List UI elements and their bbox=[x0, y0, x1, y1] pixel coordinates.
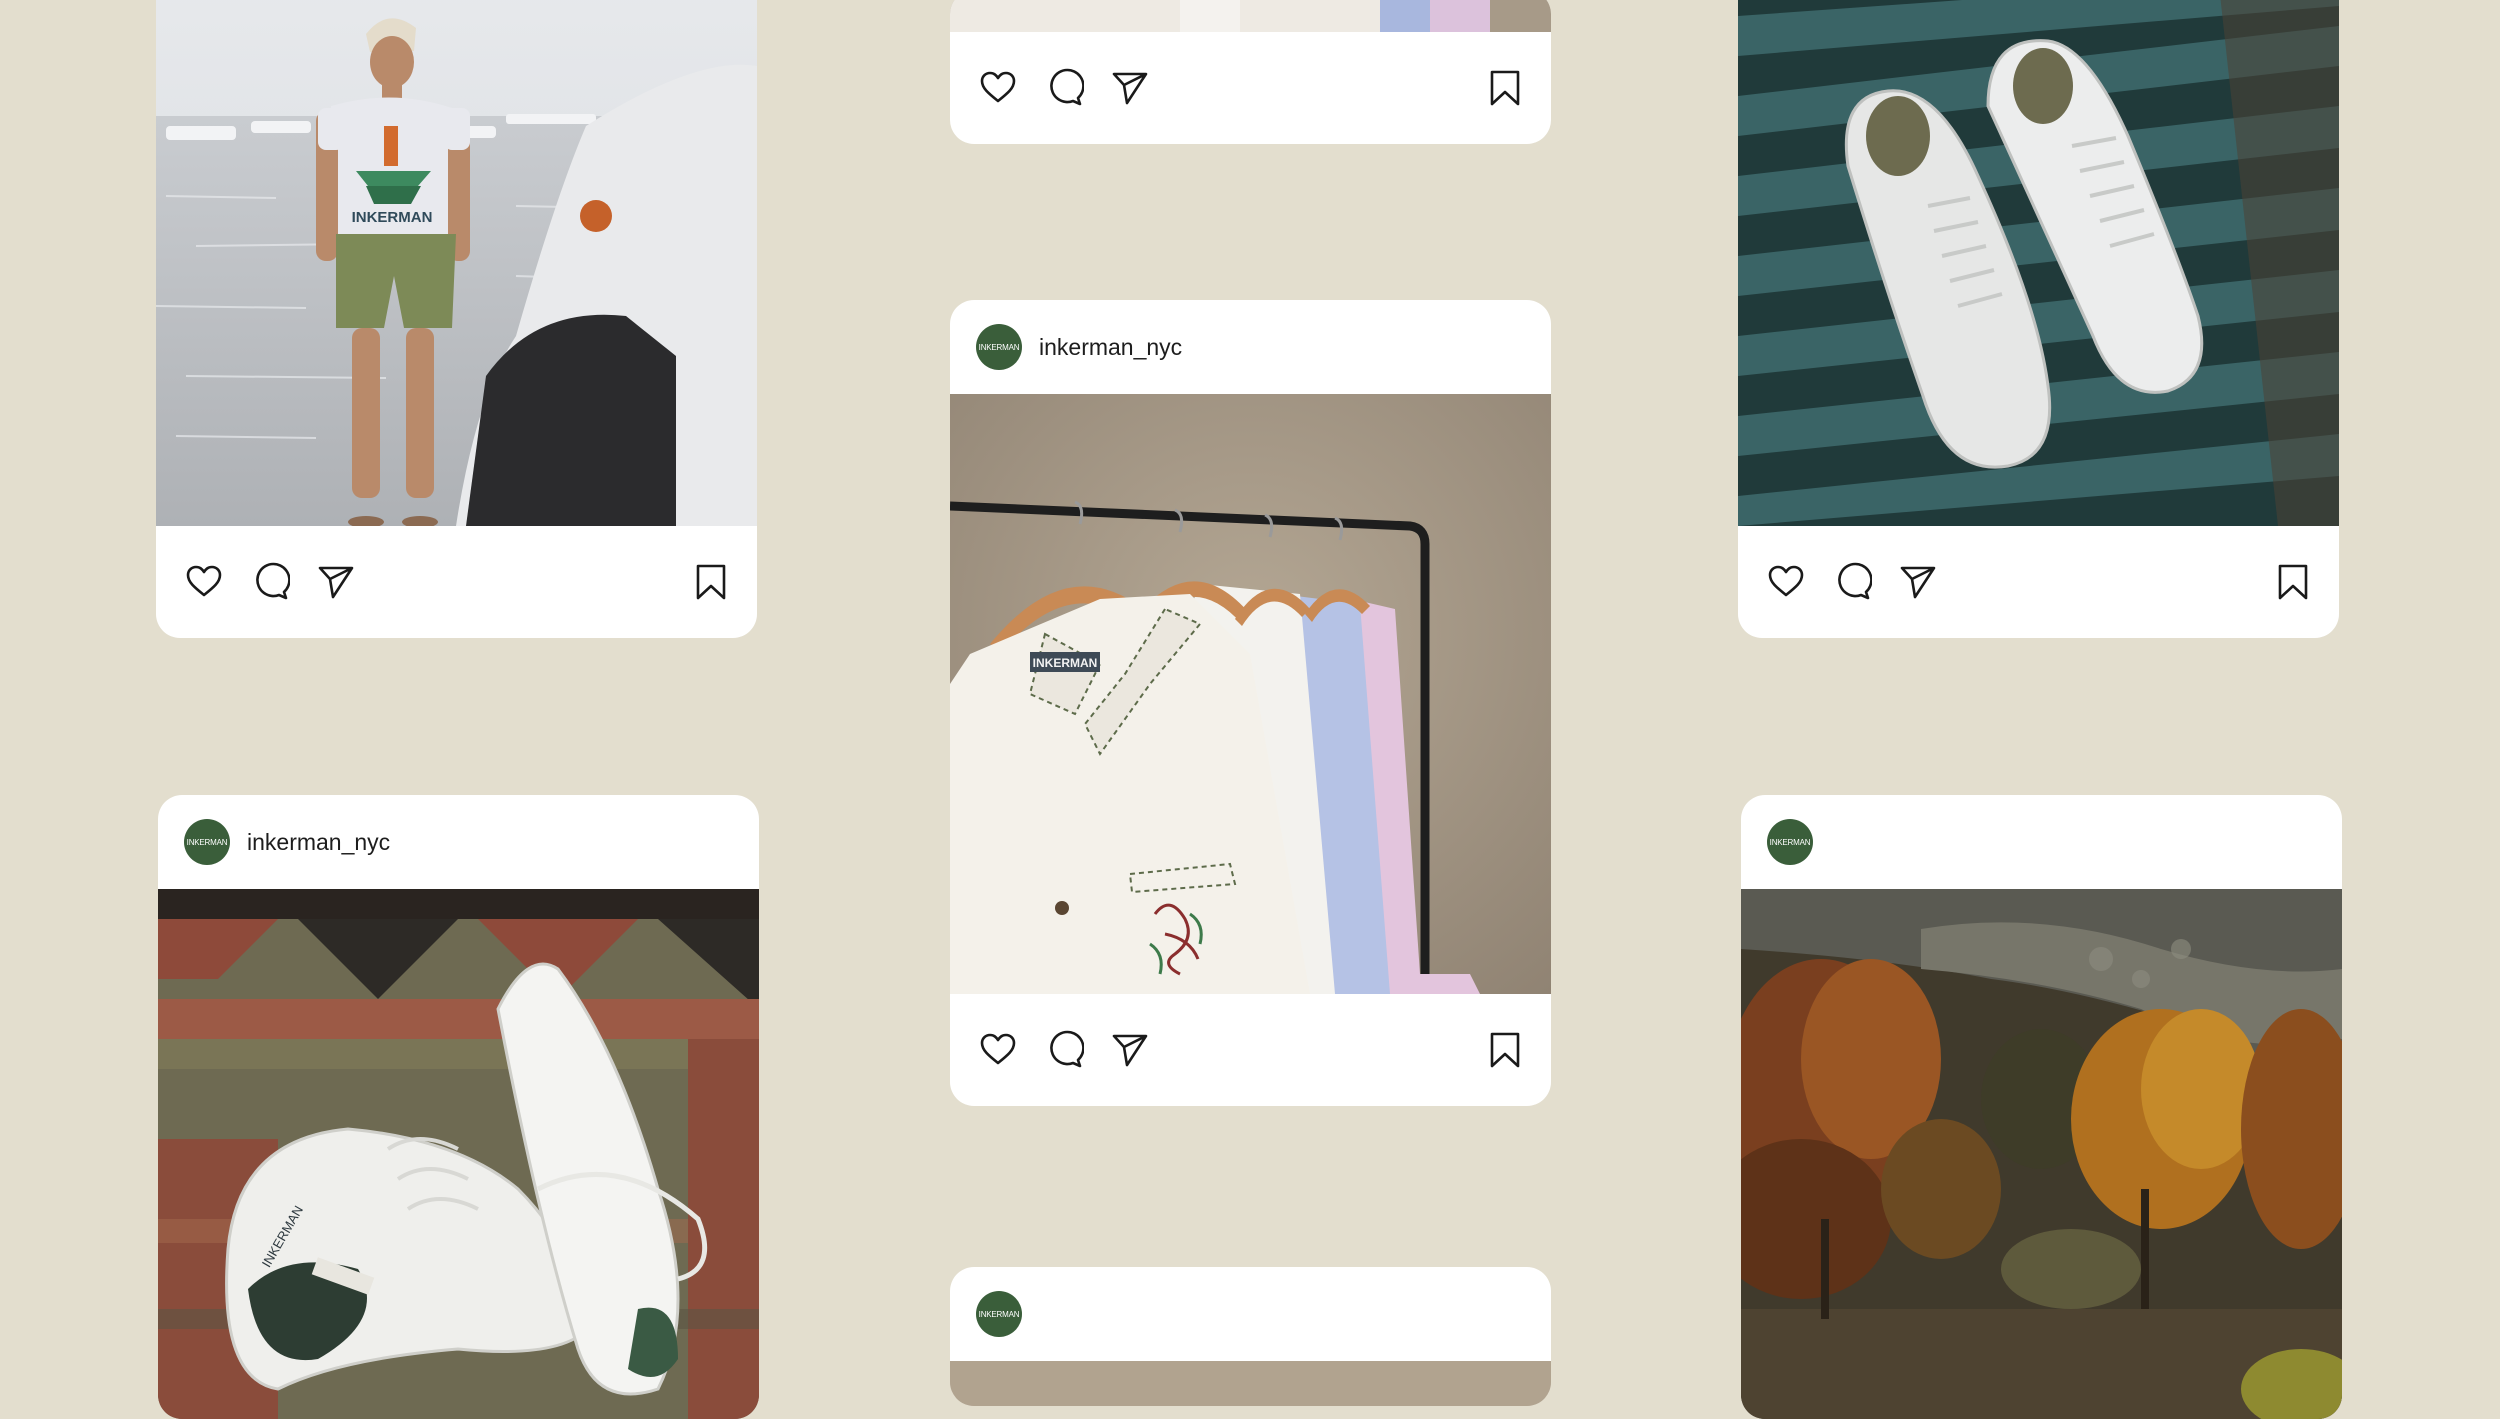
post-header: INKERMAN inkerman_nyc bbox=[950, 300, 1551, 394]
share-icon[interactable] bbox=[1110, 68, 1150, 108]
comment-icon[interactable] bbox=[1832, 562, 1872, 602]
post-actions bbox=[950, 994, 1551, 1106]
sneakers-rug-photo: INKERMAN bbox=[158, 889, 759, 1419]
post-photo[interactable]: INKERMAN bbox=[950, 394, 1551, 994]
avatar[interactable]: INKERMAN bbox=[184, 819, 230, 865]
comment-icon[interactable] bbox=[1044, 1030, 1084, 1070]
heart-icon[interactable] bbox=[978, 1030, 1018, 1070]
post-card: INKERMAN inkerman_nyc INKERMAN bbox=[950, 300, 1551, 1106]
bookmark-icon[interactable] bbox=[2273, 562, 2313, 602]
post-photo[interactable]: INKERMAN bbox=[158, 889, 759, 1419]
beach-tshirt-photo: INKERMAN bbox=[156, 0, 757, 526]
shirts-photo bbox=[950, 0, 1551, 32]
avatar[interactable]: INKERMAN bbox=[976, 324, 1022, 370]
post-actions bbox=[950, 32, 1551, 144]
autumn-forest-photo bbox=[1741, 889, 2342, 1419]
post-photo[interactable]: INKERMAN bbox=[156, 0, 757, 526]
label-text: INKERMAN bbox=[1033, 656, 1098, 670]
post-username[interactable]: inkerman_nyc bbox=[247, 829, 390, 856]
shirt-print-text: INKERMAN bbox=[352, 209, 433, 226]
avatar[interactable]: INKERMAN bbox=[976, 1291, 1022, 1337]
post-card: INKERMAN bbox=[1741, 795, 2342, 1419]
post-photo[interactable] bbox=[950, 0, 1551, 32]
post-photo[interactable] bbox=[950, 1361, 1551, 1406]
comment-icon[interactable] bbox=[250, 562, 290, 602]
share-icon[interactable] bbox=[1898, 562, 1938, 602]
post-username[interactable]: inkerman_nyc bbox=[1039, 334, 1182, 361]
heart-icon[interactable] bbox=[978, 68, 1018, 108]
post-actions bbox=[156, 526, 757, 638]
post-card bbox=[950, 0, 1551, 144]
share-icon[interactable] bbox=[316, 562, 356, 602]
post-header: INKERMAN bbox=[1741, 795, 2342, 889]
post-photo-preview bbox=[950, 1361, 1551, 1406]
comment-icon[interactable] bbox=[1044, 68, 1084, 108]
heart-icon[interactable] bbox=[184, 562, 224, 602]
bookmark-icon[interactable] bbox=[691, 562, 731, 602]
post-card: INKERMAN inkerman_nyc INKERMAN bbox=[158, 795, 759, 1419]
post-header: INKERMAN inkerman_nyc bbox=[158, 795, 759, 889]
heart-icon[interactable] bbox=[1766, 562, 1806, 602]
bookmark-icon[interactable] bbox=[1485, 1030, 1525, 1070]
share-icon[interactable] bbox=[1110, 1030, 1150, 1070]
post-photo[interactable] bbox=[1741, 889, 2342, 1419]
post-card: INKERMAN bbox=[156, 0, 757, 638]
post-card bbox=[1738, 0, 2339, 638]
post-header: INKERMAN bbox=[950, 1267, 1551, 1361]
post-card: INKERMAN bbox=[950, 1267, 1551, 1406]
avatar[interactable]: INKERMAN bbox=[1767, 819, 1813, 865]
bookmark-icon[interactable] bbox=[1485, 68, 1525, 108]
shirts-rack-photo: INKERMAN bbox=[950, 394, 1551, 994]
sneakers-bench-photo bbox=[1738, 0, 2339, 526]
post-photo[interactable] bbox=[1738, 0, 2339, 526]
post-actions bbox=[1738, 526, 2339, 638]
